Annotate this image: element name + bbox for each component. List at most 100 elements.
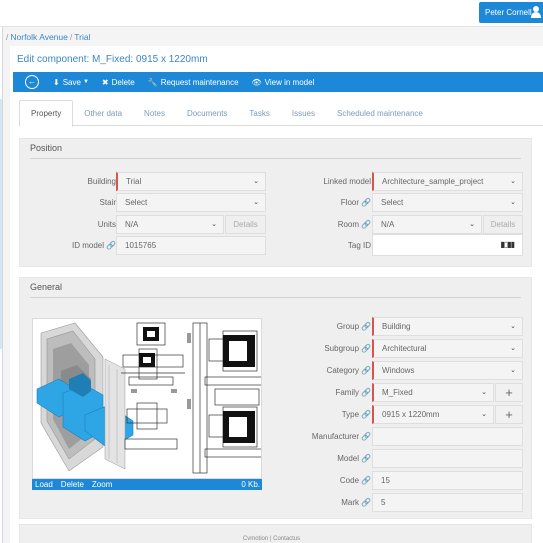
- top-bar: Peter Cornell: [0, 0, 543, 27]
- chevron-down-icon: ⌄: [510, 323, 516, 330]
- code-field: 15: [372, 471, 523, 490]
- window-section-drawing: [33, 319, 261, 478]
- tab-tasks[interactable]: Tasks: [238, 100, 280, 126]
- chevron-down-icon: ⌄: [469, 221, 475, 228]
- stair-value: Select: [125, 198, 148, 207]
- room-details-button[interactable]: Details: [483, 215, 523, 234]
- link-icon: 🔗: [361, 432, 371, 441]
- toolbar: ← ⬇ Save ▼ ✖ Delete 🔧 Request maintenance 👁 V…: [13, 72, 543, 92]
- link-icon: 🔗: [106, 241, 116, 250]
- position-heading: Position: [30, 143, 63, 153]
- link-icon: 🔗: [361, 498, 371, 507]
- family-label: Family 🔗: [335, 388, 371, 397]
- tab-issues[interactable]: Issues: [281, 100, 326, 126]
- load-image-button[interactable]: Load: [35, 480, 53, 489]
- add-type-button[interactable]: +: [495, 405, 523, 424]
- mark-label-text: Mark: [341, 498, 360, 507]
- breadcrumb-separator: /: [69, 32, 73, 42]
- category-label-text: Category: [326, 366, 360, 375]
- back-arrow-icon[interactable]: ←: [25, 75, 39, 89]
- category-value: Windows: [382, 366, 415, 375]
- link-icon: 🔗: [361, 198, 371, 207]
- idmodel-value: 1015765: [125, 241, 157, 250]
- view-in-model-button[interactable]: 👁 View in model: [252, 78, 315, 87]
- mark-field: 5: [372, 493, 523, 512]
- request-maintenance-button[interactable]: 🔧 Request maintenance: [148, 78, 239, 87]
- tagid-label: Tag ID: [347, 241, 371, 250]
- save-label: Save: [62, 77, 81, 87]
- tab-notes[interactable]: Notes: [133, 100, 176, 126]
- mark-label: Mark 🔗: [341, 498, 371, 507]
- eye-icon: 👁: [251, 77, 262, 87]
- type-label: Type 🔗: [342, 410, 371, 419]
- link-icon: 🔗: [361, 322, 371, 331]
- user-name: Peter Cornell: [485, 8, 532, 17]
- tab-property[interactable]: Property: [19, 100, 74, 127]
- save-button[interactable]: ⬇ Save ▼: [53, 78, 89, 87]
- chevron-down-icon: ⌄: [253, 178, 259, 185]
- room-label-text: Room: [337, 220, 360, 229]
- tab-other-data[interactable]: Other data: [73, 100, 133, 126]
- linked-model-select[interactable]: Architecture_sample_project ⌄: [372, 172, 523, 191]
- idmodel-label-text: ID model: [72, 241, 105, 250]
- idmodel-label: ID model 🔗: [72, 241, 116, 250]
- idmodel-field: 1015765: [116, 236, 266, 255]
- chevron-down-icon: ⌄: [510, 178, 516, 185]
- tab-documents[interactable]: Documents: [176, 100, 238, 126]
- tagid-input[interactable]: ▮▯▮▮: [372, 234, 523, 256]
- sidebar-marker: [0, 99, 2, 349]
- sidebar-collapsed: [0, 27, 3, 543]
- barcode-icon[interactable]: ▮▯▮▮: [500, 240, 515, 249]
- building-value: Trial: [126, 177, 142, 186]
- subgroup-label-text: Subgroup: [324, 344, 360, 353]
- footer-links[interactable]: Cvmotion | Contactus: [0, 536, 543, 542]
- image-size: 0 Kb.: [241, 480, 260, 489]
- link-icon: 🔗: [361, 454, 371, 463]
- maintenance-label: Request maintenance: [160, 77, 239, 87]
- floor-select[interactable]: Select ⌄: [372, 193, 523, 212]
- floor-value: Select: [381, 198, 404, 207]
- link-icon: 🔗: [361, 220, 371, 229]
- tab-scheduled-maintenance[interactable]: Scheduled maintenance: [326, 100, 434, 126]
- group-select[interactable]: Building ⌄: [372, 317, 523, 336]
- plus-icon: +: [505, 407, 513, 422]
- manufacturer-label: Manufacturer 🔗: [312, 432, 371, 441]
- add-family-button[interactable]: +: [495, 383, 523, 402]
- chevron-down-icon: ⌄: [510, 345, 516, 352]
- floor-label-text: Floor: [340, 198, 360, 207]
- delete-image-button[interactable]: Delete: [61, 480, 84, 489]
- plus-icon: +: [505, 385, 513, 400]
- chevron-down-icon: ⌄: [481, 411, 487, 418]
- general-heading: General: [30, 282, 63, 292]
- type-select[interactable]: 0915 x 1220mm ⌄: [372, 405, 494, 424]
- breadcrumb-item-norfolk[interactable]: Norfolk Avenue: [10, 32, 68, 42]
- position-panel: Position Building Trial ⌄ Stair Select ⌄ U…: [19, 138, 532, 267]
- units-value: N/A: [125, 220, 139, 229]
- code-value: 15: [381, 476, 390, 485]
- general-panel: General Load Delete Zoom 0 Kb. Group 🔗 B…: [19, 277, 532, 519]
- category-select[interactable]: Windows ⌄: [372, 361, 523, 380]
- zoom-image-button[interactable]: Zoom: [92, 480, 112, 489]
- breadcrumb-item-trial[interactable]: Trial: [74, 32, 90, 42]
- family-select[interactable]: M_Fixed ⌄: [372, 383, 494, 402]
- delete-button[interactable]: ✖ Delete: [102, 78, 135, 87]
- units-label: Units: [97, 220, 116, 229]
- building-select[interactable]: Trial ⌄: [116, 172, 266, 191]
- stair-select[interactable]: Select ⌄: [116, 193, 266, 212]
- units-select[interactable]: N/A ⌄: [116, 215, 224, 234]
- user-menu-button[interactable]: Peter Cornell: [479, 2, 543, 23]
- subgroup-select[interactable]: Architectural ⌄: [372, 339, 523, 358]
- breadcrumb-separator: /: [6, 32, 9, 42]
- group-value: Building: [382, 322, 411, 331]
- code-label-text: Code: [339, 476, 360, 485]
- chevron-down-icon: ⌄: [481, 389, 487, 396]
- image-action-bar: Load Delete Zoom 0 Kb.: [32, 479, 262, 490]
- units-details-button[interactable]: Details: [225, 215, 266, 234]
- link-icon: 🔗: [361, 410, 371, 419]
- link-icon: 🔗: [361, 344, 371, 353]
- category-label: Category 🔗: [327, 366, 371, 375]
- room-label: Room 🔗: [338, 220, 371, 229]
- room-select[interactable]: N/A ⌄: [372, 215, 482, 234]
- mark-value: 5: [381, 498, 386, 507]
- close-icon: ✖: [101, 77, 109, 87]
